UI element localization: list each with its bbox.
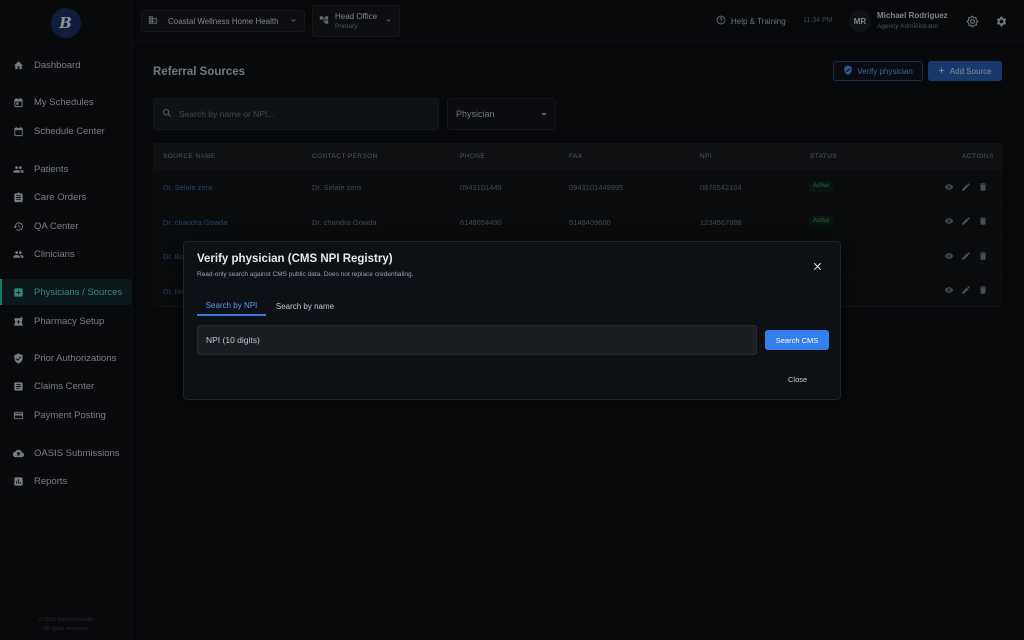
search-cms-button[interactable]: Search CMS (765, 330, 829, 350)
verify-physician-dialog: Verify physician (CMS NPI Registry) Read… (183, 241, 841, 400)
dialog-title: Verify physician (CMS NPI Registry) (197, 253, 393, 265)
dialog-subtitle: Read-only search against CMS public data… (197, 271, 414, 278)
npi-input[interactable] (197, 325, 757, 355)
close-button[interactable]: Close (788, 375, 807, 384)
tab-search-by-name[interactable]: Search by name (268, 296, 342, 316)
close-icon[interactable] (810, 259, 824, 273)
tab-search-by-npi[interactable]: Search by NPI (197, 296, 266, 316)
